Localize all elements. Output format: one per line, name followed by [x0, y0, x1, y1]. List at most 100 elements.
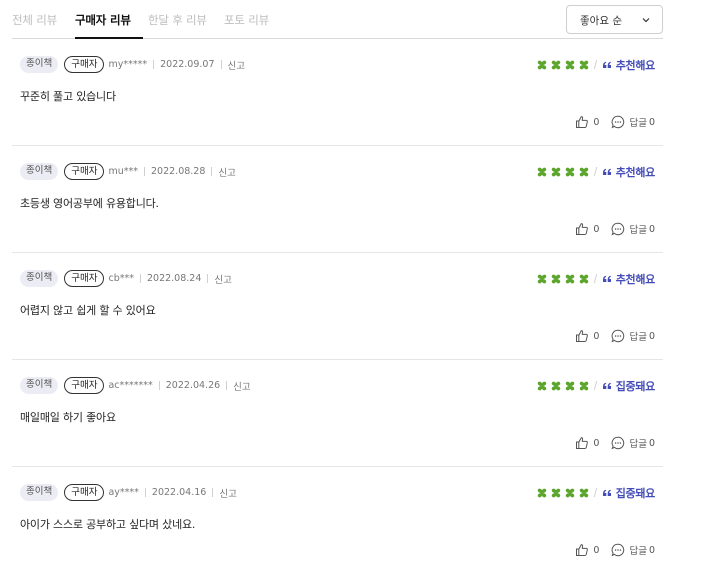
clover-icon	[551, 488, 560, 497]
reply-button[interactable]: 답글 0	[611, 329, 655, 343]
review-date: 2022.08.28	[151, 166, 206, 177]
reply-count: 0	[648, 223, 655, 235]
clover-icon	[551, 274, 560, 283]
divider	[153, 60, 155, 69]
review-meta: 종이책 구매자 mu*** 2022.08.28 신고	[20, 163, 236, 180]
sort-dropdown[interactable]: 좋아요 순	[566, 5, 663, 34]
clover-icon	[537, 381, 546, 390]
report-link[interactable]: 신고	[218, 165, 235, 179]
quote-icon	[602, 382, 611, 389]
like-count: 0	[593, 437, 600, 449]
like-count: 0	[593, 330, 600, 342]
format-badge: 종이책	[20, 484, 59, 501]
thumbs-up-icon	[576, 330, 589, 342]
reply-label: 답글	[629, 118, 647, 129]
review-text: 어렵지 않고 쉽게 할 수 있어요	[20, 304, 156, 317]
like-count: 0	[593, 116, 600, 128]
reviewer-id: ac*******	[108, 380, 153, 391]
comment-icon	[611, 329, 625, 343]
divider	[158, 381, 160, 390]
review-meta: 종이책 구매자 my***** 2022.09.07 신고	[20, 56, 245, 73]
review-rating: 집중돼요	[536, 484, 655, 501]
quote-icon	[602, 61, 611, 68]
format-badge: 종이책	[20, 270, 59, 287]
quote-icon	[602, 168, 611, 175]
buyer-badge: 구매자	[64, 270, 105, 287]
clover-icon	[537, 488, 546, 497]
review-item: 종이책 구매자 my***** 2022.09.07 신고 추천해요 꾸준히 풀…	[12, 39, 663, 146]
divider	[220, 60, 222, 69]
reply-button[interactable]: 답글 0	[611, 222, 655, 236]
clover-icon	[565, 167, 574, 176]
divider	[211, 167, 213, 176]
report-link[interactable]: 신고	[228, 58, 245, 72]
clover-icon	[579, 167, 588, 176]
clover-rating	[536, 166, 592, 178]
review-date: 2022.08.24	[146, 273, 202, 284]
clover-rating	[536, 273, 592, 285]
divider	[212, 488, 214, 497]
like-button[interactable]: 0	[575, 329, 599, 343]
comment-icon	[611, 115, 625, 129]
review-meta: 종이책 구매자 cb*** 2022.08.24 신고	[20, 270, 232, 287]
reviewer-id: cb***	[108, 273, 134, 284]
buyer-badge: 구매자	[64, 377, 105, 394]
review-item: 종이책 구매자 ay**** 2022.04.16 신고 집중돼요 아이가 스스…	[12, 467, 663, 561]
divider	[593, 488, 597, 497]
report-link[interactable]: 신고	[219, 486, 236, 500]
divider	[207, 274, 209, 283]
like-count: 0	[593, 223, 600, 235]
clover-icon	[579, 274, 588, 283]
quote-icon	[602, 275, 611, 282]
clover-rating	[536, 487, 592, 499]
review-meta: 종이책 구매자 ay**** 2022.04.16 신고	[20, 484, 237, 501]
reply-button[interactable]: 답글 0	[611, 436, 655, 450]
report-link[interactable]: 신고	[214, 272, 231, 286]
format-badge: 종이책	[20, 163, 59, 180]
buyer-badge: 구매자	[64, 484, 105, 501]
tab-buyer-reviews[interactable]: 구매자 리뷰	[75, 12, 131, 28]
thumbs-up-icon	[576, 437, 589, 449]
divider	[144, 488, 146, 497]
reviewer-id: ay****	[108, 487, 139, 498]
sort-label: 좋아요 순	[580, 15, 622, 27]
review-rating: 추천해요	[536, 270, 655, 287]
rating-label: 추천해요	[615, 165, 656, 179]
reply-button[interactable]: 답글 0	[611, 543, 655, 557]
review-text: 아이가 스스로 공부하고 싶다며 샀네요.	[20, 518, 196, 531]
tab-photo-reviews[interactable]: 포토 리뷰	[224, 12, 269, 28]
divider	[593, 274, 597, 283]
divider	[593, 381, 597, 390]
reply-button[interactable]: 답글 0	[611, 115, 655, 129]
tab-all-reviews[interactable]: 전체 리뷰	[12, 12, 57, 28]
thumbs-up-icon	[576, 116, 589, 128]
like-button[interactable]: 0	[575, 436, 599, 450]
clover-icon	[537, 60, 546, 69]
like-button[interactable]: 0	[575, 115, 599, 129]
clover-rating	[536, 380, 592, 392]
reply-label: 답글	[629, 332, 647, 343]
reply-count: 0	[648, 544, 655, 556]
rating-label: 추천해요	[615, 272, 656, 286]
like-button[interactable]: 0	[575, 543, 599, 557]
reply-label: 답글	[629, 546, 647, 557]
like-button[interactable]: 0	[575, 222, 599, 236]
tab-month-later-reviews[interactable]: 한달 후 리뷰	[148, 12, 207, 28]
buyer-badge: 구매자	[64, 163, 105, 180]
quote-icon	[602, 489, 611, 496]
review-text: 매일매일 하기 좋아요	[20, 411, 116, 424]
reply-label: 답글	[629, 439, 647, 450]
comment-icon	[611, 543, 625, 557]
clover-icon	[579, 381, 588, 390]
review-rating: 추천해요	[536, 163, 655, 180]
clover-icon	[551, 60, 560, 69]
report-link[interactable]: 신고	[233, 379, 250, 393]
divider	[593, 167, 597, 176]
reply-count: 0	[648, 437, 655, 449]
review-item: 종이책 구매자 mu*** 2022.08.28 신고 추천해요 초등생 영어공…	[12, 146, 663, 253]
comment-icon	[611, 222, 625, 236]
format-badge: 종이책	[20, 56, 59, 73]
rating-label: 집중돼요	[615, 379, 656, 393]
review-item: 종이책 구매자 cb*** 2022.08.24 신고 추천해요 어렵지 않고 …	[12, 253, 663, 360]
review-text: 초등생 영어공부에 유용합니다.	[20, 197, 159, 210]
